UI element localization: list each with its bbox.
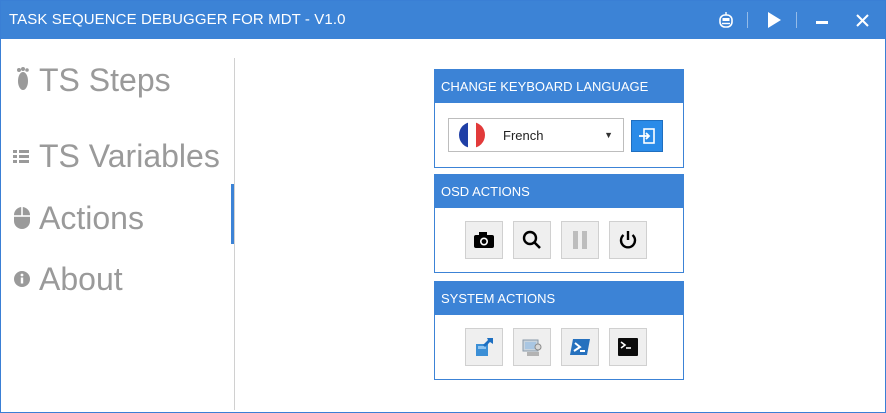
- power-icon: [619, 231, 637, 249]
- panel-body: [435, 315, 683, 379]
- panel-header: SYSTEM ACTIONS: [435, 282, 683, 315]
- system-actions-panel: SYSTEM ACTIONS: [434, 281, 684, 380]
- sidebar-item-label: TS Steps: [39, 61, 171, 98]
- titlebar-separator: [796, 12, 797, 28]
- panel-header: CHANGE KEYBOARD LANGUAGE: [435, 70, 683, 103]
- titlebar-separator: [747, 12, 748, 28]
- app-window: TASK SEQUENCE DEBUGGER FOR MDT - V1.0 TS…: [0, 0, 886, 413]
- footprint-icon: [11, 65, 33, 95]
- chevron-down-icon: ▼: [604, 130, 613, 140]
- play-icon[interactable]: [759, 1, 789, 39]
- search-button[interactable]: [513, 221, 551, 259]
- command-prompt-button[interactable]: [609, 328, 647, 366]
- panel-body: [435, 208, 683, 272]
- powershell-icon: [570, 339, 590, 355]
- panel-header: OSD ACTIONS: [435, 175, 683, 208]
- info-icon: [11, 264, 33, 294]
- installer-icon: [476, 338, 493, 356]
- device-manager-icon: [522, 339, 542, 356]
- apply-language-button[interactable]: [631, 120, 663, 152]
- robot-icon[interactable]: [711, 1, 741, 39]
- pause-icon: [573, 231, 587, 249]
- panel-body: French ▼: [435, 103, 683, 167]
- powershell-button[interactable]: [561, 328, 599, 366]
- sidebar-item-label: About: [39, 260, 123, 297]
- sidebar: TS Steps TS Variables Actions About: [1, 39, 234, 412]
- french-flag-icon: [459, 122, 485, 148]
- screenshot-button[interactable]: [465, 221, 503, 259]
- device-manager-button[interactable]: [513, 328, 551, 366]
- keyboard-language-panel: CHANGE KEYBOARD LANGUAGE French ▼: [434, 69, 684, 168]
- pause-button[interactable]: [561, 221, 599, 259]
- language-select[interactable]: French ▼: [448, 118, 624, 152]
- search-icon: [522, 230, 541, 249]
- command-prompt-icon: [618, 338, 638, 356]
- power-button[interactable]: [609, 221, 647, 259]
- sidebar-item-label: Actions: [39, 199, 144, 236]
- close-icon[interactable]: [847, 1, 877, 39]
- title-bar[interactable]: TASK SEQUENCE DEBUGGER FOR MDT - V1.0: [1, 1, 885, 39]
- sidebar-item-about[interactable]: About: [11, 257, 233, 301]
- installer-button[interactable]: [465, 328, 503, 366]
- apply-arrow-icon: [639, 128, 655, 144]
- sidebar-divider: [234, 58, 235, 410]
- sidebar-item-label: TS Variables: [39, 137, 220, 174]
- selected-language: French: [503, 127, 544, 143]
- list-icon: [11, 141, 33, 171]
- window-title: TASK SEQUENCE DEBUGGER FOR MDT - V1.0: [9, 11, 346, 28]
- mouse-icon: [11, 203, 33, 233]
- minimize-icon[interactable]: [807, 1, 837, 39]
- sidebar-item-ts-variables[interactable]: TS Variables: [11, 134, 233, 178]
- osd-actions-panel: OSD ACTIONS: [434, 174, 684, 273]
- sidebar-item-actions[interactable]: Actions: [11, 196, 233, 240]
- sidebar-item-ts-steps[interactable]: TS Steps: [11, 58, 233, 102]
- camera-icon: [474, 232, 494, 248]
